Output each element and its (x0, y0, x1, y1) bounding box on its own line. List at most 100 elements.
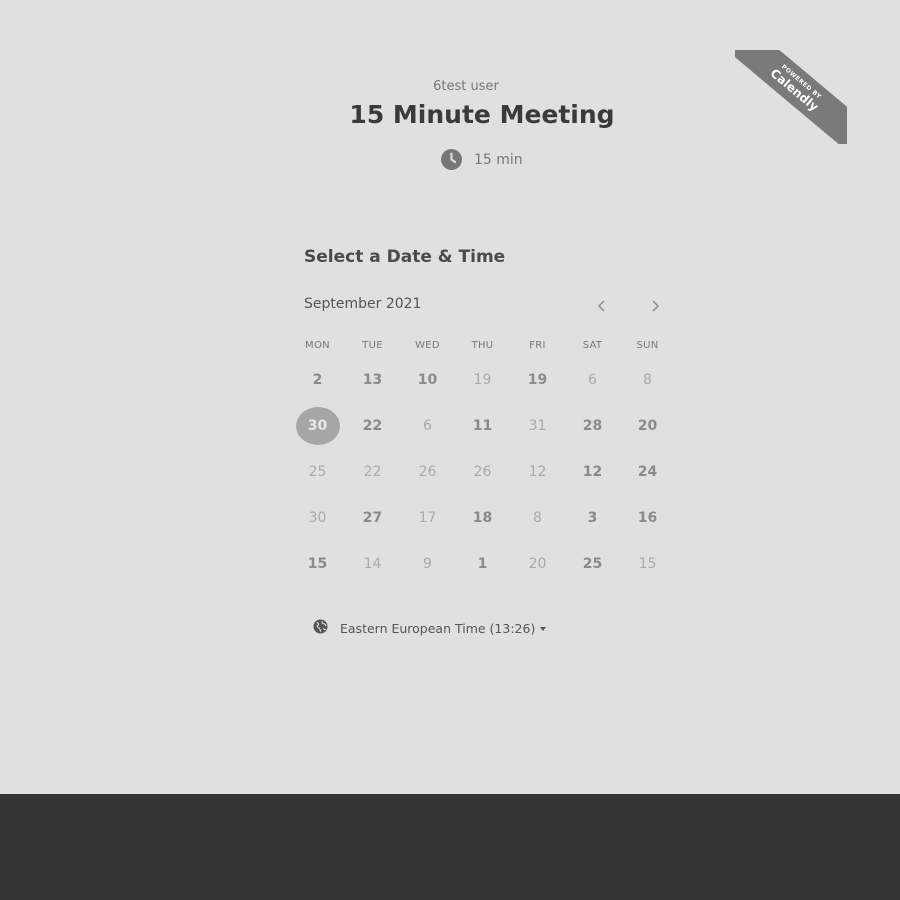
calendar-day-available[interactable]: 20 (620, 403, 675, 449)
calendar-day-number: 16 (637, 510, 658, 526)
calendar-day-number: 1 (477, 556, 488, 572)
calendar-day-unavailable: 25 (290, 449, 345, 495)
calendar-day-number: 30 (308, 510, 327, 526)
calendar-day-number: 8 (533, 510, 542, 526)
weekday-sun: SUN (636, 340, 659, 351)
duration-label: 15 min (474, 151, 523, 168)
next-month-button[interactable] (643, 294, 667, 318)
calendar-day-number: 14 (363, 556, 382, 572)
calendar-week-row: 15 14 9 1 20 25 15 (290, 541, 675, 587)
calendar-week-row: 25 22 26 26 12 12 24 (290, 449, 675, 495)
badge-ribbon: POWERED BY Calendly (735, 50, 847, 144)
calendar-day-number: 19 (473, 372, 492, 388)
calendar-day-unavailable: 26 (455, 449, 510, 495)
calendar-day-unavailable: 20 (510, 541, 565, 587)
calendar-week-row: 2 13 10 19 19 6 8 (290, 357, 675, 403)
calendar-day-number: 12 (528, 464, 547, 480)
calendar-day-number: 3 (587, 510, 598, 526)
powered-by-badge[interactable]: POWERED BY Calendly (735, 50, 847, 144)
weekday-tue: TUE (362, 340, 383, 351)
organizer-name: 6test user (433, 79, 499, 94)
calendar-day-number: 26 (418, 464, 437, 480)
calendar-day-available[interactable]: 19 (510, 357, 565, 403)
calendar-day-number: 22 (363, 464, 382, 480)
calendar-day-number: 19 (527, 372, 548, 388)
calendar-day-number: 27 (362, 510, 383, 526)
calendar-week-row: 30 27 17 18 8 3 16 (290, 495, 675, 541)
calendar-day-number: 25 (582, 556, 603, 572)
duration-info: 15 min (441, 149, 523, 170)
globe-icon (313, 619, 328, 637)
scheduling-panel: POWERED BY Calendly 6test user 15 Minute… (0, 0, 900, 794)
calendar-day-available[interactable]: 10 (400, 357, 455, 403)
calendar-day-number: 15 (638, 556, 657, 572)
calendar-day-unavailable: 31 (510, 403, 565, 449)
calendar-day-unavailable: 8 (510, 495, 565, 541)
timezone-selector[interactable]: Eastern European Time (13:26) (313, 619, 547, 637)
calendar-day-number: 6 (423, 418, 432, 434)
caret-down-icon (540, 627, 547, 631)
clock-icon (441, 149, 462, 170)
weekday-fri: FRI (529, 340, 546, 351)
calendar-day-number: 17 (418, 510, 437, 526)
calendar-day-number: 15 (307, 556, 328, 572)
calendar-day-unavailable: 6 (565, 357, 620, 403)
calendar-day-number: 2 (312, 372, 323, 388)
calendar-day-available[interactable]: 16 (620, 495, 675, 541)
page: POWERED BY Calendly 6test user 15 Minute… (0, 0, 900, 900)
previous-month-button[interactable] (590, 294, 614, 318)
calendar-day-unavailable: 8 (620, 357, 675, 403)
calendar-day-unavailable: 26 (400, 449, 455, 495)
calendar-day-unavailable: 6 (400, 403, 455, 449)
weekday-wed: WED (415, 340, 440, 351)
calendar-day-available[interactable]: 3 (565, 495, 620, 541)
timezone-label: Eastern European Time (13:26) (340, 620, 536, 636)
calendar-day-number: 8 (643, 372, 652, 388)
calendar-day-number: 30 (295, 407, 340, 445)
calendar-day-unavailable: 30 (290, 495, 345, 541)
calendar-day-number: 28 (582, 418, 603, 434)
month-label: September 2021 (304, 296, 422, 312)
calendar-day-available[interactable]: 22 (345, 403, 400, 449)
section-heading: Select a Date & Time (304, 247, 506, 267)
calendar-day-unavailable: 15 (620, 541, 675, 587)
calendar-day-available[interactable]: 15 (290, 541, 345, 587)
calendar-day-number: 11 (472, 418, 493, 434)
weekday-header: MON TUE WED THU FRI SAT SUN (290, 340, 675, 351)
calendar-day-selected[interactable]: 30 (290, 403, 345, 449)
calendar-day-number: 20 (528, 556, 547, 572)
calendar-day-number: 24 (637, 464, 658, 480)
calendar-day-number: 20 (637, 418, 658, 434)
calendar-day-available[interactable]: 1 (455, 541, 510, 587)
calendar-day-unavailable: 9 (400, 541, 455, 587)
calendar-day-number: 26 (473, 464, 492, 480)
calendar-day-available[interactable]: 27 (345, 495, 400, 541)
calendar-day-available[interactable]: 25 (565, 541, 620, 587)
calendar-day-available[interactable]: 18 (455, 495, 510, 541)
event-title: 15 Minute Meeting (349, 100, 615, 129)
calendar-day-available[interactable]: 28 (565, 403, 620, 449)
weekday-mon: MON (305, 340, 330, 351)
weekday-sat: SAT (582, 340, 603, 351)
calendar-day-unavailable: 19 (455, 357, 510, 403)
calendar-day-number: 22 (362, 418, 383, 434)
calendar-day-available[interactable]: 2 (290, 357, 345, 403)
calendar-day-number: 25 (308, 464, 327, 480)
weekday-thu: THU (471, 340, 494, 351)
calendar-week-row: 30 22 6 11 31 28 20 (290, 403, 675, 449)
calendar-day-number: 9 (423, 556, 432, 572)
calendar-day-unavailable: 12 (510, 449, 565, 495)
calendar-day-number: 6 (588, 372, 597, 388)
calendar-day-available[interactable]: 13 (345, 357, 400, 403)
chevron-left-icon (598, 300, 605, 312)
calendar-day-unavailable: 17 (400, 495, 455, 541)
calendar-day-number: 31 (528, 418, 547, 434)
footer-band (0, 794, 900, 900)
calendar-grid: 2 13 10 19 19 6 8 30 22 6 11 31 28 20 25 22 26 26 12 12 24 30… (290, 357, 675, 587)
calendar-day-available[interactable]: 12 (565, 449, 620, 495)
calendar-day-available[interactable]: 24 (620, 449, 675, 495)
calendar-day-available[interactable]: 11 (455, 403, 510, 449)
calendar-day-unavailable: 14 (345, 541, 400, 587)
calendar-day-unavailable: 22 (345, 449, 400, 495)
calendar-day-number: 13 (362, 372, 383, 388)
